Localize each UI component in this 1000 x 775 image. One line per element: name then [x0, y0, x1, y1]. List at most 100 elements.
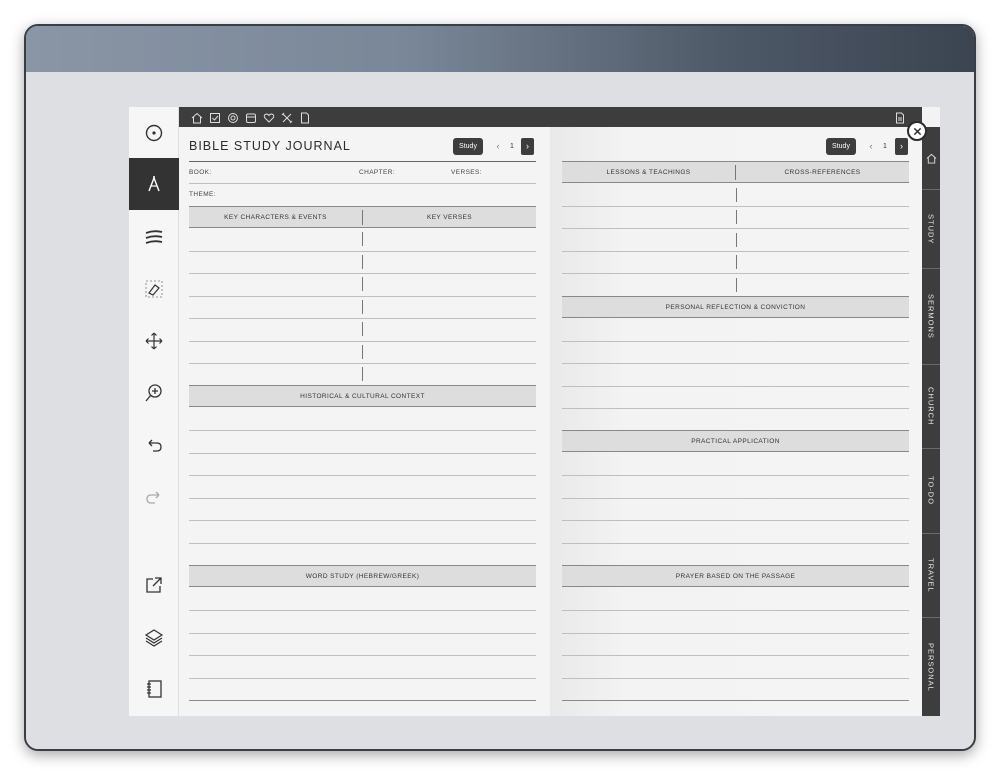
- home-icon[interactable]: [191, 111, 203, 124]
- lined-row[interactable]: [562, 363, 909, 364]
- key-verses-header: KEY VERSES: [426, 213, 473, 221]
- tab-church[interactable]: CHURCH: [922, 364, 940, 448]
- tab-label: SERMONS: [926, 294, 936, 339]
- layers-icon[interactable]: [129, 611, 179, 663]
- column-divider: [736, 255, 737, 269]
- tab-label: TO-DO: [926, 476, 936, 506]
- lined-row[interactable]: [562, 498, 909, 499]
- lined-row[interactable]: [562, 700, 909, 701]
- tab-todo[interactable]: TO-DO: [922, 448, 940, 533]
- page-prev-button[interactable]: ‹: [866, 138, 876, 155]
- lined-row[interactable]: [562, 520, 909, 521]
- lined-row[interactable]: [562, 386, 909, 387]
- target-icon[interactable]: [227, 111, 239, 123]
- close-button[interactable]: [907, 121, 927, 141]
- page-prev-button[interactable]: ‹: [493, 138, 503, 155]
- table-row[interactable]: [189, 251, 536, 252]
- column-divider: [362, 255, 363, 269]
- export-icon[interactable]: [129, 559, 179, 611]
- calendar-icon[interactable]: [245, 111, 257, 123]
- column-divider: [362, 300, 363, 314]
- eraser-icon[interactable]: [129, 263, 179, 315]
- column-divider: [736, 278, 737, 292]
- tab-label: STUDY: [926, 213, 936, 245]
- brush-icon[interactable]: [129, 211, 179, 263]
- column-divider: [736, 210, 737, 224]
- lined-row[interactable]: [562, 655, 909, 656]
- lined-row[interactable]: [562, 633, 909, 634]
- tab-travel[interactable]: TRAVEL: [922, 533, 940, 617]
- tab-label: PERSONAL: [926, 642, 936, 692]
- lessons-header: LESSONS & TEACHINGS: [606, 168, 691, 176]
- theme-label: THEME:: [189, 191, 216, 198]
- pen-icon[interactable]: [129, 158, 179, 210]
- lined-row[interactable]: [189, 453, 536, 454]
- column-divider: [362, 322, 363, 336]
- lined-row[interactable]: [189, 430, 536, 431]
- lined-row[interactable]: [562, 475, 909, 476]
- table-row[interactable]: [562, 228, 909, 229]
- page-number: 1: [883, 143, 887, 150]
- heart-icon[interactable]: [263, 111, 275, 123]
- tab-label: CHURCH: [926, 387, 936, 426]
- notebook-icon[interactable]: [129, 663, 179, 715]
- page-next-button[interactable]: ›: [521, 138, 534, 155]
- screen: BIBLE STUDY JOURNAL Study ‹ 1 › BOOK: CH…: [129, 107, 940, 716]
- zoom-icon[interactable]: [129, 367, 179, 419]
- book-label: BOOK:: [189, 169, 212, 176]
- top-menu-bar: [179, 107, 922, 127]
- circle-dot-icon[interactable]: [129, 107, 179, 159]
- lined-row[interactable]: [189, 700, 536, 701]
- lined-row[interactable]: [189, 475, 536, 476]
- home-icon: [926, 153, 936, 164]
- lined-row[interactable]: [562, 543, 909, 544]
- tools-icon[interactable]: [281, 111, 293, 124]
- checkbox-icon[interactable]: [209, 111, 221, 123]
- redo-icon[interactable]: [129, 471, 179, 523]
- column-divider: [362, 367, 363, 381]
- table-row[interactable]: [189, 318, 536, 319]
- table-row[interactable]: [562, 251, 909, 252]
- tab-study[interactable]: STUDY: [922, 189, 940, 268]
- prayer-header: PRAYER BASED ON THE PASSAGE: [562, 565, 909, 587]
- lined-row[interactable]: [189, 520, 536, 521]
- lined-row[interactable]: [562, 408, 909, 409]
- title-rule: [189, 161, 536, 162]
- cross-references-header: CROSS-REFERENCES: [784, 168, 861, 176]
- tab-sermons[interactable]: SERMONS: [922, 268, 940, 364]
- lined-row[interactable]: [189, 610, 536, 611]
- page-icon[interactable]: [894, 111, 906, 124]
- page-next-button[interactable]: ›: [895, 138, 908, 155]
- page-number: 1: [510, 143, 514, 150]
- column-divider: [362, 345, 363, 359]
- table-row[interactable]: [562, 273, 909, 274]
- lined-row[interactable]: [189, 633, 536, 634]
- chapter-label: CHAPTER:: [359, 169, 396, 176]
- study-button[interactable]: Study: [826, 138, 856, 155]
- word-study-header: WORD STUDY (HEBREW/GREEK): [189, 565, 536, 587]
- table-row[interactable]: [562, 206, 909, 207]
- close-icon: [913, 127, 921, 135]
- study-button[interactable]: Study: [453, 138, 483, 155]
- lined-row[interactable]: [189, 543, 536, 544]
- lined-row[interactable]: [562, 610, 909, 611]
- lined-row[interactable]: [189, 678, 536, 679]
- historical-header: HISTORICAL & CULTURAL CONTEXT: [189, 385, 536, 407]
- column-divider: [362, 232, 363, 246]
- table-row[interactable]: [189, 363, 536, 364]
- page-title: BIBLE STUDY JOURNAL: [189, 139, 351, 153]
- table-row[interactable]: [189, 341, 536, 342]
- move-icon[interactable]: [129, 315, 179, 367]
- left-page: BIBLE STUDY JOURNAL Study ‹ 1 › BOOK: CH…: [179, 127, 550, 716]
- lined-row[interactable]: [189, 498, 536, 499]
- lined-row[interactable]: [562, 341, 909, 342]
- table-row[interactable]: [189, 273, 536, 274]
- table-row[interactable]: [189, 296, 536, 297]
- undo-icon[interactable]: [129, 419, 179, 471]
- document-icon[interactable]: [299, 111, 311, 124]
- lined-row[interactable]: [562, 678, 909, 679]
- lined-row[interactable]: [189, 655, 536, 656]
- field-rule: [189, 183, 536, 184]
- tab-personal[interactable]: PERSONAL: [922, 617, 940, 716]
- lessons-header-row: LESSONS & TEACHINGS CROSS-REFERENCES: [562, 161, 909, 183]
